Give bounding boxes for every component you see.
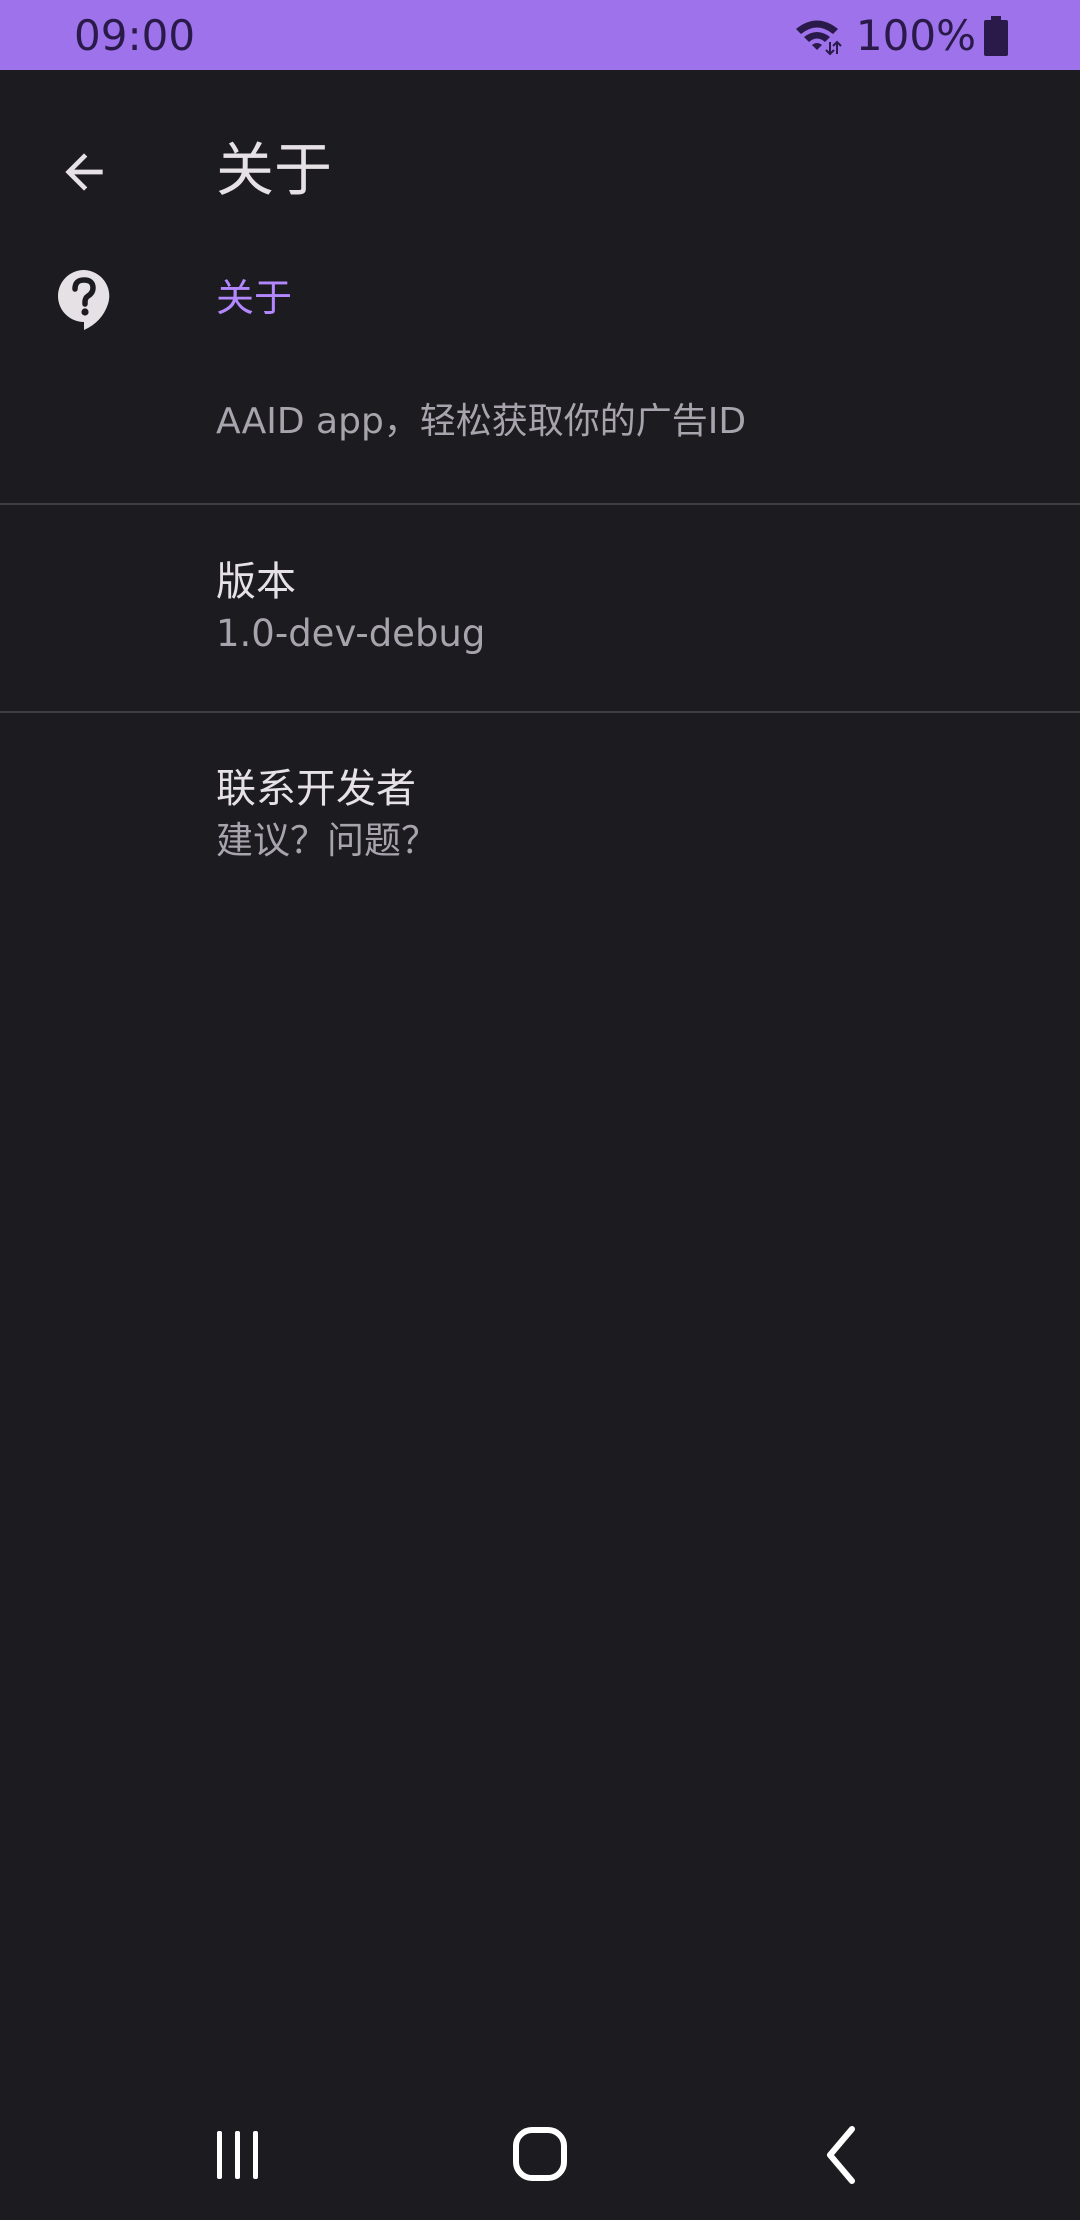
help-bubble-icon [56, 268, 112, 332]
home-button[interactable] [480, 2110, 600, 2200]
version-item[interactable]: 版本 1.0-dev-debug [0, 556, 1080, 762]
page-title: 关于 [216, 136, 333, 204]
contact-developer-item[interactable]: 联系开发者 建议？问题？ [0, 763, 1080, 969]
divider [0, 503, 1080, 505]
version-summary: 1.0-dev-debug [216, 612, 486, 655]
wifi-icon [792, 16, 842, 56]
about-section: 关于 AAID app，轻松获取你的广告ID [0, 260, 1080, 504]
about-description: AAID app，轻松获取你的广告ID [216, 401, 747, 442]
about-screen: 09:00 100% 关于 关于 AAID app，轻松获取你的广告ID 版本 … [0, 0, 1080, 2220]
recents-button[interactable] [178, 2110, 298, 2200]
status-time: 09:00 [74, 11, 196, 60]
back-nav-button[interactable] [782, 2110, 902, 2200]
about-header: 关于 [216, 276, 293, 320]
contact-title: 联系开发者 [216, 766, 416, 812]
version-title: 版本 [216, 559, 296, 605]
app-bar: 关于 [0, 70, 1080, 270]
status-bar: 09:00 100% [0, 0, 1080, 70]
battery-percent: 100% [855, 11, 976, 60]
back-button[interactable] [40, 128, 128, 216]
navigation-bar [0, 2090, 1080, 2220]
back-icon [827, 2126, 855, 2184]
recents-icon [217, 2131, 258, 2179]
battery-icon [984, 16, 1008, 56]
home-icon [513, 2127, 567, 2181]
contact-summary: 建议？问题？ [216, 819, 438, 862]
divider [0, 711, 1080, 713]
status-indicators: 100% [792, 12, 1008, 60]
arrow-back-icon [65, 153, 103, 191]
